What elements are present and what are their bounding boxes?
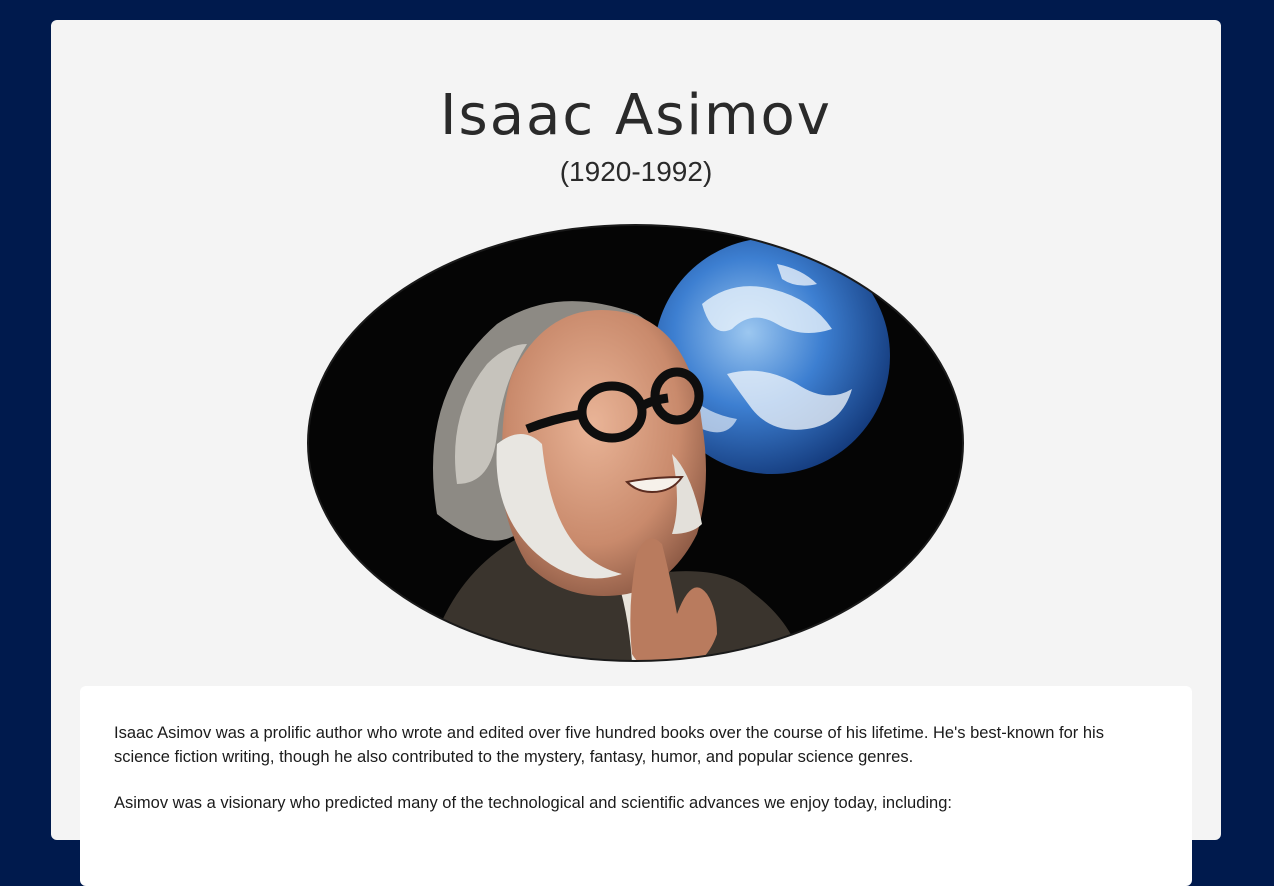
bio-paragraph-2: Asimov was a visionary who predicted man… [114, 794, 952, 812]
main-panel: Isaac Asimov (1920-1992) Isaac Asimov wa… [51, 20, 1221, 886]
life-dates: (1920-1992) [559, 156, 713, 187]
bio-card: Isaac Asimov was a prolific author who w… [80, 686, 1192, 886]
page-title: Isaac Asimov [440, 83, 832, 148]
portrait-image [307, 224, 964, 662]
bio-paragraph-1: Isaac Asimov was a prolific author who w… [114, 724, 1104, 766]
